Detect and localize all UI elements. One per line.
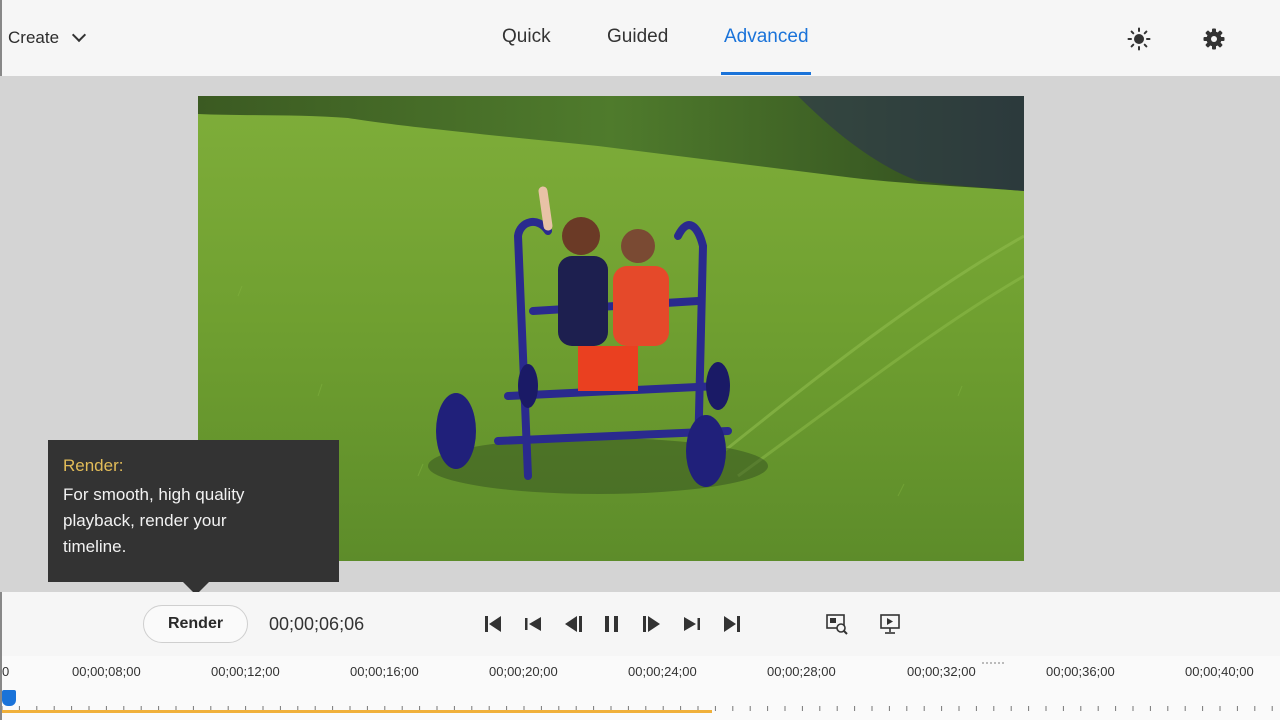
timeline-label: 00;00;20;00 bbox=[489, 664, 558, 679]
brightness-icon[interactable] bbox=[1126, 26, 1152, 52]
timeline-label: 00;00;12;00 bbox=[211, 664, 280, 679]
zoom-fit-icon[interactable] bbox=[825, 612, 849, 636]
tooltip-body: For smooth, high quality playback, rende… bbox=[63, 485, 245, 556]
pause-icon[interactable] bbox=[600, 612, 624, 636]
timeline-label: 00;00;36;00 bbox=[1046, 664, 1115, 679]
timeline-label: 00;00;28;00 bbox=[767, 664, 836, 679]
render-status-bar bbox=[2, 710, 713, 713]
top-bar: Create Quick Guided Advanced bbox=[0, 0, 1280, 76]
timeline-label: 00;00;40;00 bbox=[1185, 664, 1254, 679]
step-forward-icon[interactable] bbox=[640, 612, 664, 636]
playback-controls: Render 00;00;06;06 bbox=[0, 592, 1280, 656]
render-tooltip: Render: For smooth, high quality playbac… bbox=[48, 440, 339, 595]
timeline-marker bbox=[982, 662, 1004, 664]
create-label: Create bbox=[8, 28, 60, 47]
timeline[interactable]: 0 00;00;08;00 00;00;12;00 00;00;16;00 00… bbox=[0, 656, 1280, 720]
create-menu[interactable]: Create bbox=[8, 28, 83, 48]
timeline-label: 00;00;08;00 bbox=[72, 664, 141, 679]
chevron-down-icon bbox=[73, 30, 83, 40]
settings-icon[interactable] bbox=[1201, 26, 1227, 52]
timeline-label: 00;00;32;00 bbox=[907, 664, 976, 679]
step-back-icon[interactable] bbox=[561, 612, 585, 636]
timeline-label-start: 0 bbox=[2, 664, 10, 679]
render-button[interactable]: Render bbox=[143, 605, 248, 643]
active-tab-indicator bbox=[721, 72, 811, 75]
fast-forward-icon[interactable] bbox=[680, 612, 704, 636]
tooltip-title: Render: bbox=[63, 456, 124, 475]
tab-quick[interactable]: Quick bbox=[502, 26, 551, 48]
timeline-label: 00;00;24;00 bbox=[628, 664, 697, 679]
rewind-icon[interactable] bbox=[521, 612, 545, 636]
current-timecode[interactable]: 00;00;06;06 bbox=[269, 614, 364, 635]
go-to-start-icon[interactable] bbox=[481, 612, 505, 636]
playhead-handle[interactable] bbox=[2, 690, 16, 706]
tab-guided[interactable]: Guided bbox=[607, 26, 668, 48]
tab-advanced[interactable]: Advanced bbox=[724, 26, 809, 48]
go-to-end-icon[interactable] bbox=[720, 612, 744, 636]
fullscreen-preview-icon[interactable] bbox=[878, 612, 902, 636]
timeline-label: 00;00;16;00 bbox=[350, 664, 419, 679]
